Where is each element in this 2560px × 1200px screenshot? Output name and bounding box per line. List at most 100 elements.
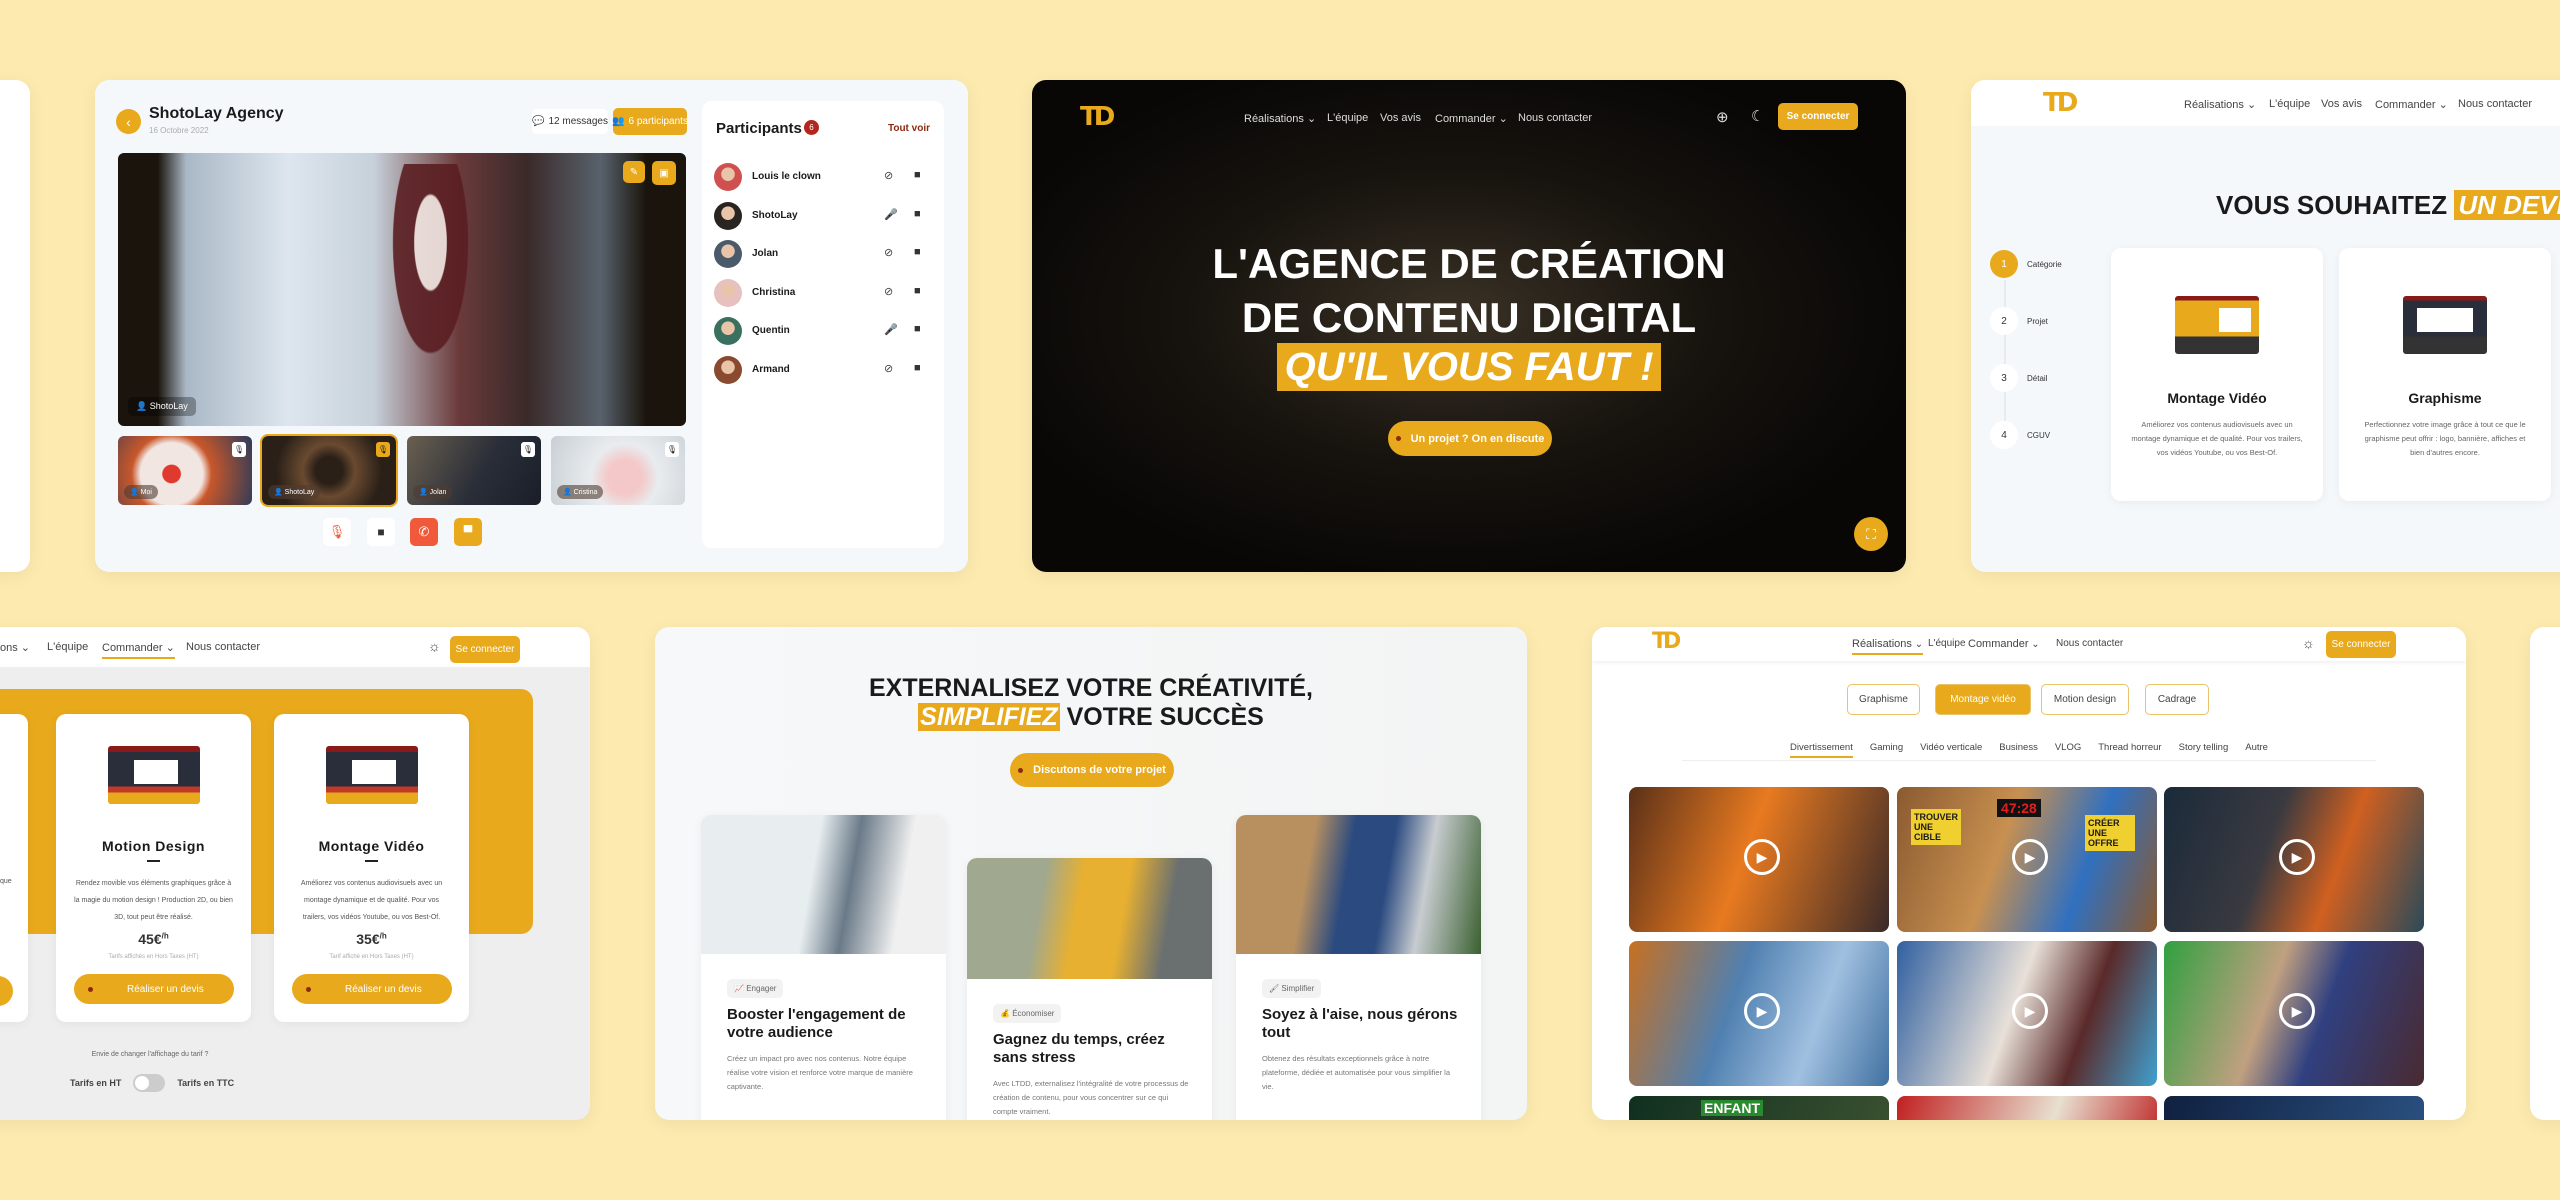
video-thumbnail[interactable]: ▶: [2164, 941, 2424, 1086]
camera-icon[interactable]: ■: [914, 323, 921, 335]
quote-button[interactable]: Réaliser un devis: [292, 974, 452, 1004]
participant-thumbnail[interactable]: 🎙 👤 Moi: [118, 436, 252, 505]
nav-commander[interactable]: Commander ⌄: [1435, 112, 1508, 125]
subcategory-tab[interactable]: VLOG: [2055, 742, 2081, 758]
nav-equipe[interactable]: L'équipe: [1928, 638, 1966, 649]
participant-row[interactable]: Armand ⊘ ■: [714, 355, 934, 384]
play-icon[interactable]: ▶: [2279, 839, 2315, 875]
globe-icon[interactable]: ⊕: [1716, 108, 1729, 126]
camera-icon[interactable]: ■: [914, 246, 921, 258]
logo[interactable]: TD: [2043, 88, 2078, 118]
mic-icon[interactable]: 🎤: [884, 208, 898, 221]
video-thumbnail[interactable]: ENFANT: [1629, 1096, 1889, 1120]
mic-off-icon[interactable]: ⊘: [884, 169, 893, 182]
hangup-button[interactable]: ✆: [410, 518, 438, 546]
mic-icon[interactable]: 🎤: [884, 323, 898, 336]
subcategory-tab[interactable]: Vidéo verticale: [1920, 742, 1982, 758]
features-cta-button[interactable]: Discutons de votre projet: [1010, 753, 1174, 787]
camera-icon[interactable]: ■: [914, 208, 921, 220]
camera-button[interactable]: ■: [367, 518, 395, 546]
mic-off-icon[interactable]: ⊘: [884, 246, 893, 259]
participant-row[interactable]: Louis le clown ⊘ ■: [714, 163, 934, 191]
messages-button[interactable]: 💬 12 messages: [532, 109, 608, 134]
participant-row[interactable]: ShotoLay 🎤 ■: [714, 201, 934, 230]
step-3[interactable]: 3 Détail: [1990, 364, 2047, 392]
play-icon[interactable]: ▶: [1744, 839, 1780, 875]
camera-icon[interactable]: ■: [914, 362, 921, 374]
present-button[interactable]: ▀: [454, 518, 482, 546]
nav-realisations[interactable]: Réalisations ⌄: [1852, 638, 1924, 655]
category-card[interactable]: Montage Vidéo Améliorez vos contenus aud…: [2111, 248, 2323, 501]
login-button[interactable]: Se connecter: [2326, 631, 2396, 658]
price-toggle[interactable]: [133, 1074, 166, 1092]
mic-off-icon[interactable]: ⊘: [884, 285, 893, 298]
login-button[interactable]: Se connecter: [450, 636, 520, 663]
step-1[interactable]: 1 Catégorie: [1990, 250, 2062, 278]
play-icon[interactable]: ▶: [1744, 993, 1780, 1029]
nav-equipe[interactable]: L'équipe: [1327, 112, 1368, 124]
participant-row[interactable]: Jolan ⊘ ■: [714, 240, 934, 268]
play-icon[interactable]: ▶: [2012, 839, 2048, 875]
subcategory-tab[interactable]: Divertissement: [1790, 742, 1853, 758]
category-card[interactable]: Graphisme Perfectionnez votre image grâc…: [2339, 248, 2551, 501]
hero-cta-button[interactable]: Un projet ? On en discute: [1388, 421, 1552, 456]
logo[interactable]: TD: [1080, 102, 1115, 132]
nav-avis[interactable]: Vos avis: [2321, 98, 2362, 110]
subcategory-tab[interactable]: Story telling: [2179, 742, 2229, 758]
play-icon[interactable]: ▶: [2012, 993, 2048, 1029]
video-thumbnail[interactable]: ▶: [2164, 787, 2424, 932]
filter-button[interactable]: Montage vidéo: [1935, 684, 2031, 715]
screen-share-button[interactable]: ▣: [652, 161, 676, 185]
mute-button[interactable]: 🎙: [323, 518, 351, 546]
pin-button[interactable]: ✎: [623, 161, 645, 183]
play-icon[interactable]: ▶: [2279, 993, 2315, 1029]
nav-contact[interactable]: Nous contacter: [186, 641, 260, 653]
see-all-link[interactable]: Tout voir: [888, 123, 930, 134]
camera-icon[interactable]: ■: [914, 285, 921, 297]
quote-button[interactable]: Réaliser un devis: [74, 974, 234, 1004]
moon-icon[interactable]: ☾: [1751, 107, 1764, 125]
nav-equipe[interactable]: L'équipe: [2269, 98, 2310, 110]
sun-icon[interactable]: ☼: [428, 638, 441, 654]
step-4[interactable]: 4 CGUV: [1990, 421, 2050, 449]
nav-contact[interactable]: Nous contacter: [2056, 638, 2123, 649]
subcategory-tab[interactable]: Thread horreur: [2098, 742, 2161, 758]
nav-realisations[interactable]: Réalisations ⌄: [2184, 98, 2256, 111]
sun-icon[interactable]: ☼: [2302, 635, 2315, 651]
login-button[interactable]: Se connecter: [1778, 103, 1858, 130]
participant-thumbnail[interactable]: 🎙 👤 Jolan: [407, 436, 541, 505]
participants-button[interactable]: 👥 6 participants: [612, 108, 688, 135]
video-thumbnail[interactable]: ▶: [1629, 941, 1889, 1086]
subcategory-tab[interactable]: Gaming: [1870, 742, 1903, 758]
nav-realisations[interactable]: Réalisations ⌄: [1244, 112, 1316, 125]
subcategory-tab[interactable]: Business: [1999, 742, 2038, 758]
participant-row[interactable]: Quentin 🎤 ■: [714, 317, 934, 345]
video-thumbnail[interactable]: [1897, 1096, 2157, 1120]
nav-commander[interactable]: Commander ⌄: [102, 641, 175, 659]
participant-thumbnail[interactable]: 🎙 👤 ShotoLay: [260, 434, 398, 507]
nav-contact[interactable]: Nous contacter: [1518, 112, 1592, 124]
subcategory-tab[interactable]: Autre: [2245, 742, 2268, 758]
video-thumbnail[interactable]: ▶ TROUVER UNE CIBLE 47:28 CRÉER UNE OFFRE: [1897, 787, 2157, 932]
video-thumbnail[interactable]: ▶: [1629, 787, 1889, 932]
nav-realisations[interactable]: ons ⌄: [0, 641, 30, 654]
participant-row[interactable]: Christina ⊘ ■: [714, 278, 934, 307]
nav-commander[interactable]: Commander ⌄: [1968, 638, 2040, 650]
video-thumbnail[interactable]: [2164, 1096, 2424, 1120]
filter-button[interactable]: Cadrage: [2145, 684, 2209, 715]
video-thumbnail[interactable]: ▶: [1897, 941, 2157, 1086]
fullscreen-button[interactable]: ⛶: [1854, 517, 1888, 551]
nav-avis[interactable]: Vos avis: [1380, 112, 1421, 124]
quote-button-partial[interactable]: [0, 976, 13, 1006]
filter-button[interactable]: Motion design: [2041, 684, 2129, 715]
nav-equipe[interactable]: L'équipe: [47, 641, 88, 653]
nav-commander[interactable]: Commander ⌄: [2375, 98, 2448, 111]
back-button[interactable]: ‹: [116, 109, 141, 134]
nav-contact[interactable]: Nous contacter: [2458, 98, 2532, 110]
logo[interactable]: TD: [1652, 629, 1681, 654]
step-2[interactable]: 2 Projet: [1990, 307, 2048, 335]
mic-off-icon[interactable]: ⊘: [884, 362, 893, 375]
filter-button[interactable]: Graphisme: [1847, 684, 1920, 715]
participant-thumbnail[interactable]: 🎙 👤 Cristina: [551, 436, 685, 505]
camera-off-icon[interactable]: ■: [914, 169, 921, 181]
